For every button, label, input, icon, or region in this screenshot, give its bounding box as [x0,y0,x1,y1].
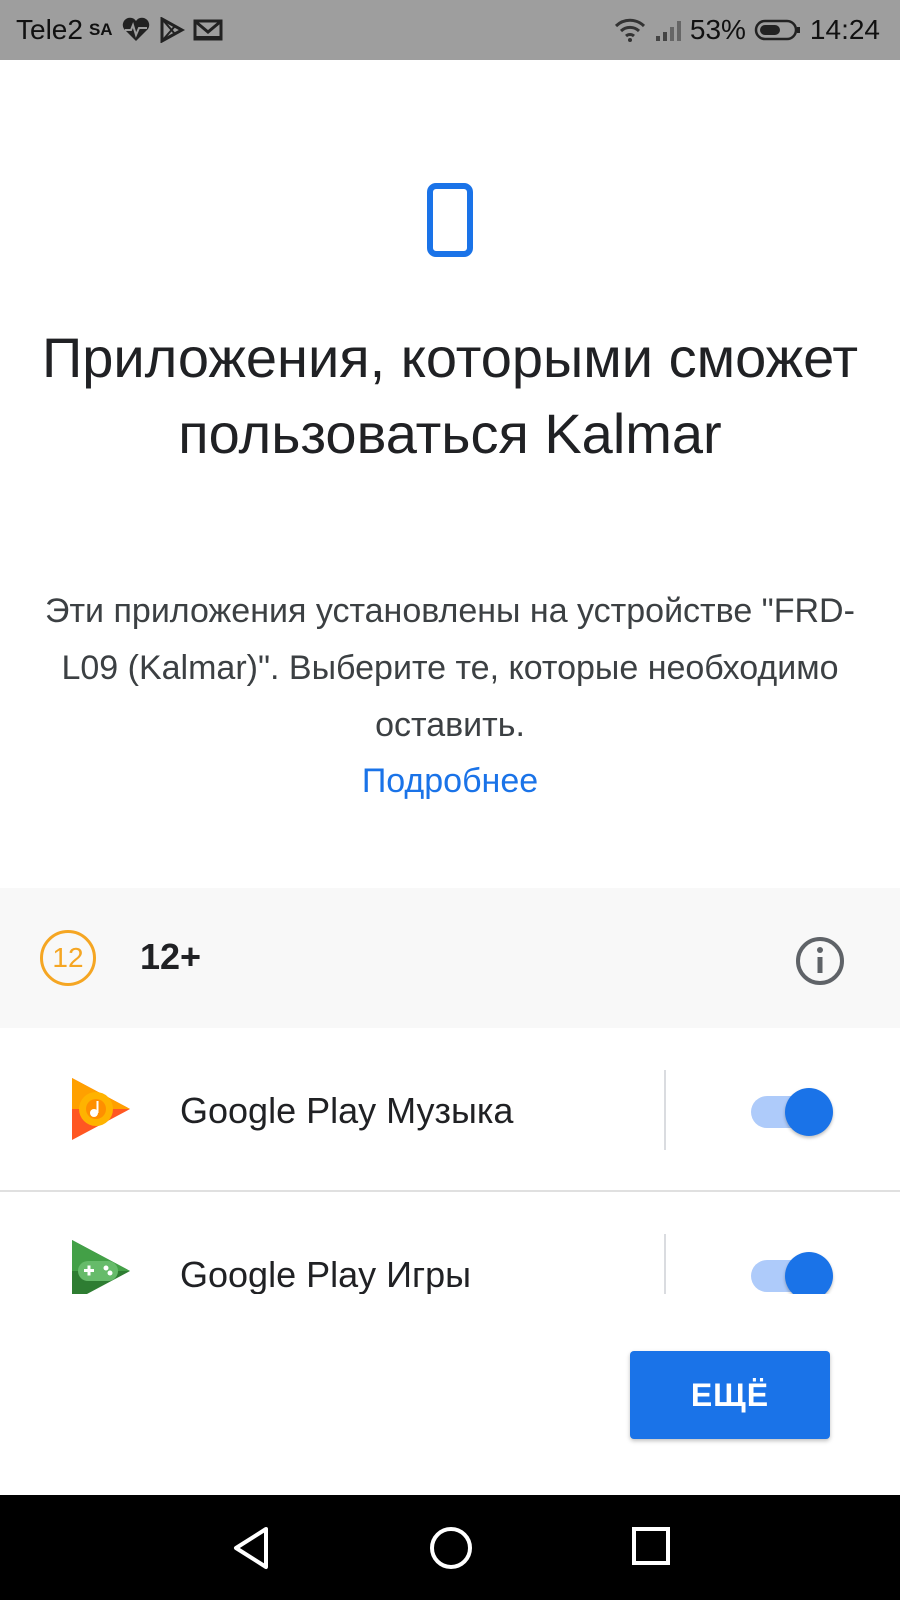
rating-header [0,888,900,1028]
age-rating-icon: 12 [40,930,96,986]
page-title: Приложения, которыми сможет пользоваться… [41,326,859,465]
battery-percent: 53% [689,14,746,45]
recents-icon[interactable] [630,1525,672,1572]
learn-more-link[interactable]: Подробнее [0,756,900,806]
signal-icon [654,18,682,42]
app-toggle[interactable] [751,1084,833,1136]
status-right: 53% 14:24 [614,0,880,60]
more-button[interactable]: ЕЩЁ [630,1351,830,1439]
play-store-icon [159,17,185,43]
info-icon[interactable] [794,935,846,992]
status-left: Tele2 SA [16,0,223,60]
clock: 14:24 [809,14,880,45]
google-play-music-icon [68,1074,132,1149]
gmail-icon [193,18,223,42]
age-rating-badge-text: 12 [52,942,84,973]
toggle-thumb [785,1088,833,1136]
list-item: Google Play Игры [0,1192,900,1294]
navigation-bar [0,1495,900,1600]
rating-label: 12+ [140,936,202,977]
app-list: Google Play Музыка Google Play Игры [0,1028,900,1294]
carrier-name: Tele2 [16,14,83,45]
list-item: Google Play Музыка [0,1028,900,1190]
app-toggle[interactable] [751,1248,833,1294]
battery-icon [754,18,802,42]
page-description: Эти приложения установлены на устройстве… [45,592,855,744]
heart-rate-icon [121,17,151,43]
google-play-games-icon [68,1236,132,1294]
vertical-divider [664,1070,666,1150]
home-icon[interactable] [428,1525,474,1576]
status-bar: Tele2 SA 53% 14:24 [0,0,900,60]
carrier-badge: SA [88,20,113,39]
vertical-divider [664,1234,666,1294]
app-name: Google Play Музыка [180,1090,514,1131]
wifi-icon [614,18,646,42]
app-name: Google Play Игры [180,1254,472,1294]
back-icon[interactable] [230,1525,272,1576]
phone-icon [427,183,473,262]
toggle-thumb [785,1252,833,1294]
